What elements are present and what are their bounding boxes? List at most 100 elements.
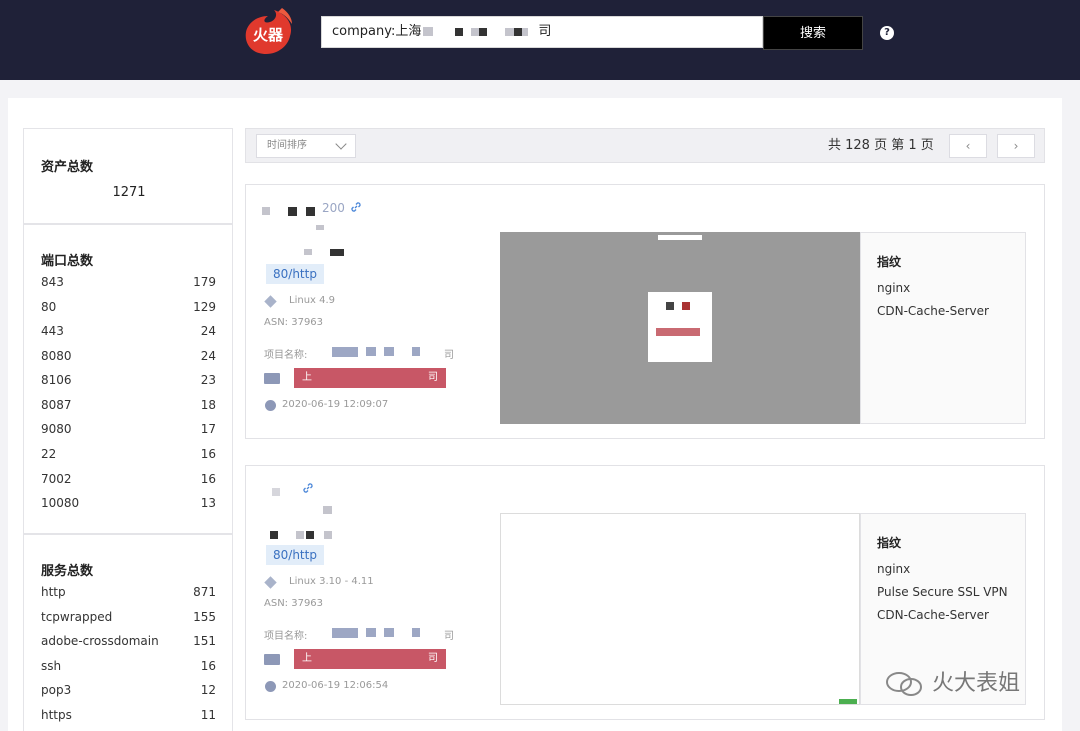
redacted-block [332,347,358,357]
service-row[interactable]: pop3 12 [41,683,216,701]
service-row[interactable]: http 871 [41,585,216,603]
service-count: 11 [200,708,216,722]
service-name: ssh [41,659,62,673]
redacted-block [330,249,344,256]
fingerprint-item[interactable]: Pulse Secure SSL VPN [877,585,1008,599]
port-row[interactable]: 443 24 [41,324,216,342]
port-row[interactable]: 80 129 [41,300,216,318]
project-name-suffix: 司 [444,631,454,642]
port-row[interactable]: 7002 16 [41,472,216,490]
fingerprint-item[interactable]: CDN-Cache-Server [877,304,989,318]
port-row[interactable]: 8106 23 [41,373,216,391]
service-row[interactable]: https 11 [41,708,216,726]
screenshot-preview[interactable] [500,513,860,705]
project-banner[interactable]: 上 司 [294,368,446,388]
link-icon[interactable] [302,482,314,494]
port-count: 129 [193,300,216,314]
clock-icon [265,681,276,692]
fingerprint-title: 指纹 [877,255,902,269]
port-row[interactable]: 8087 18 [41,398,216,416]
folder-icon [264,654,280,665]
port-stats-title: 端口总数 [41,254,94,269]
redacted-block [412,628,420,637]
port-row[interactable]: 9080 17 [41,422,216,440]
service-row[interactable]: adobe-crossdomain 151 [41,634,216,652]
fingerprint-item[interactable]: nginx [877,281,910,295]
port-count: 16 [200,447,216,461]
service-count: 12 [200,683,216,697]
asn: ASN: 37963 [264,317,324,328]
discovered-time: 2020-06-19 12:09:07 [282,399,389,410]
os-version: Linux 4.9 [289,295,336,306]
port-row[interactable]: 8080 24 [41,349,216,367]
fingerprint-title: 指纹 [877,536,902,550]
redacted-block [423,27,434,36]
service-stats-card: 服务总数 http 871 tcpwrapped 155 adobe-crossdo… [23,534,233,731]
project-banner-suffix: 司 [428,372,438,383]
preview-status-indicator [839,699,857,704]
service-name: adobe-crossdomain [41,634,159,648]
service-name: http [41,585,66,599]
clock-icon [265,400,276,411]
project-banner-suffix: 司 [428,653,438,664]
service-count: 155 [193,610,216,624]
wechat-icon [886,672,922,696]
search-button[interactable]: 搜索 [763,16,863,50]
redacted-block [306,531,314,539]
fingerprint-item[interactable]: CDN-Cache-Server [877,608,989,622]
port-number: 8080 [41,349,72,363]
project-banner-prefix: 上 [302,653,312,664]
redacted-block [479,27,488,36]
watermark-text: 火大表姐 [932,671,1021,696]
prev-page-button[interactable]: ‹ [949,134,987,158]
port-number: 22 [41,447,57,461]
folder-icon [264,373,280,384]
redacted-block [514,27,523,36]
service-row[interactable]: tcpwrapped 155 [41,610,216,628]
project-name-label: 项目名称: [264,350,308,361]
service-row[interactable]: ssh 16 [41,659,216,677]
project-name-label: 项目名称: [264,631,308,642]
preview-address-bar [658,235,702,240]
next-page-button[interactable]: › [997,134,1035,158]
redacted-block [306,207,315,216]
os-version: Linux 3.10 - 4.11 [289,576,374,587]
port-row[interactable]: 10080 13 [41,496,216,514]
port-number: 443 [41,324,64,338]
redacted-block [366,347,376,356]
sort-select[interactable]: 时间排序 [256,134,356,158]
redacted-block [412,347,420,356]
asn: ASN: 37963 [264,598,324,609]
service-stats-title: 服务总数 [41,564,94,579]
screenshot-preview[interactable] [500,232,860,424]
help-icon[interactable]: ? [880,26,894,40]
port-protocol-tag[interactable]: 80/http [266,545,324,565]
redacted-block [272,488,280,496]
logo-icon[interactable]: 火器 [238,6,298,58]
port-number: 80 [41,300,57,314]
pagination-info: 共 128 页 第 1 页 [828,138,934,153]
fingerprint-item[interactable]: nginx [877,562,910,576]
port-count: 13 [200,496,216,510]
port-row[interactable]: 843 179 [41,275,216,293]
link-icon[interactable] [350,201,362,213]
asset-total-title: 资产总数 [41,160,94,175]
service-count: 871 [193,585,216,599]
asset-total-card: 资产总数 1271 [23,128,233,224]
redacted-block [270,531,278,539]
os-cube-icon [264,576,277,589]
preview-button [656,328,700,336]
project-banner[interactable]: 上 司 [294,649,446,669]
port-number: 8087 [41,398,72,412]
top-bar: 火器 company:上海 司 搜索 ? [0,0,1080,80]
redacted-block [682,302,690,310]
port-protocol-tag[interactable]: 80/http [266,264,324,284]
redacted-block [304,249,312,255]
port-number: 7002 [41,472,72,486]
search-input[interactable]: company:上海 司 [321,16,763,48]
port-count: 24 [200,324,216,338]
port-row[interactable]: 22 16 [41,447,216,465]
project-banner-prefix: 上 [302,372,312,383]
asset-total-value: 1271 [112,185,146,200]
redacted-block [332,628,358,638]
